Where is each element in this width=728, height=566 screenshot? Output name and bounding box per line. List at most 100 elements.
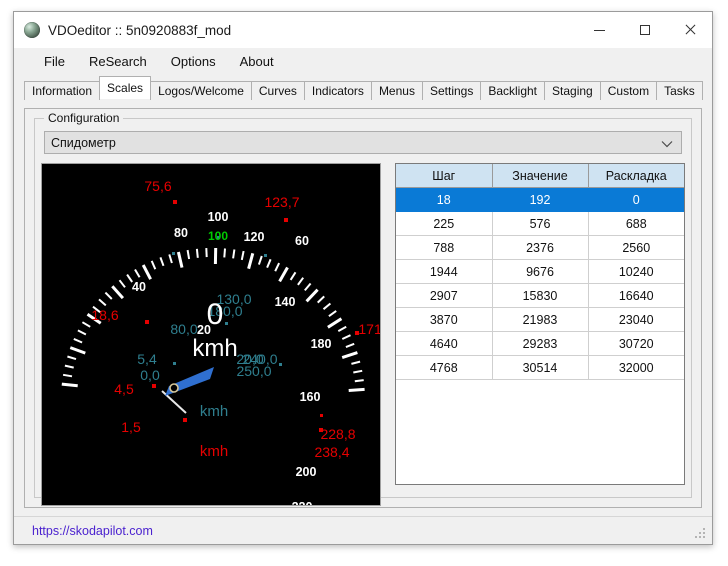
cell-step: 3870	[396, 307, 493, 332]
cell-value: 15830	[492, 283, 589, 308]
gauge-red-171: 171,	[358, 321, 380, 337]
gauge-label-160: 160	[300, 390, 321, 404]
tab-logos-welcome[interactable]: Logos/Welcome	[150, 81, 252, 100]
gauge-center-unit: kmh	[192, 335, 237, 362]
minimize-button[interactable]	[577, 12, 622, 48]
window-title: VDOeditor :: 5n0920883f_mod	[48, 22, 232, 38]
close-button[interactable]	[667, 12, 712, 48]
gauge-center-value: 0	[207, 298, 224, 331]
tab-indicators[interactable]: Indicators	[303, 81, 372, 100]
cell-layout: 16640	[588, 283, 684, 308]
window-controls	[577, 12, 712, 48]
maximize-icon	[639, 25, 650, 35]
cell-value: 192	[492, 187, 589, 212]
gauge-red-18-6: 18,6	[91, 307, 118, 323]
gauge-red-75-6: 75,6	[144, 178, 171, 194]
cell-value: 21983	[492, 307, 589, 332]
cell-step: 4640	[396, 331, 493, 356]
table-row[interactable]: 18 192 0	[396, 187, 684, 212]
menu-item-options[interactable]: Options	[159, 51, 228, 72]
gauge-label-200: 200	[296, 465, 317, 479]
scale-table: Шаг Значение Раскладка 18 192 0 225 576 …	[396, 164, 684, 380]
menu-item-about[interactable]: About	[228, 51, 286, 72]
cell-layout: 2560	[588, 235, 684, 260]
gauge-red-228-8: 228,8	[320, 426, 355, 442]
menu-item-research[interactable]: ReSearch	[77, 51, 159, 72]
gauge-label-80: 80	[174, 226, 188, 240]
gauge-red-238-4: 238,4	[314, 444, 349, 460]
gauge-teal-250-0: 250,0	[236, 363, 271, 379]
group-title-configuration: Configuration	[44, 111, 124, 125]
tab-settings[interactable]: Settings	[421, 81, 482, 100]
gauge-teal-0-0: 0,0	[140, 367, 160, 383]
chevron-down-icon	[661, 132, 673, 155]
cell-step: 18	[396, 187, 493, 212]
tab-tasks[interactable]: Tasks	[656, 81, 703, 100]
gauge-label-40: 40	[132, 280, 146, 294]
gauge-teal-5-4: 5,4	[137, 351, 157, 367]
gauge-label-140: 140	[275, 295, 296, 309]
tab-page-scales: Configuration Спидометр 20 40 60 80 100 …	[24, 108, 702, 508]
gauge-label-100: 100	[208, 210, 229, 224]
cell-value: 30514	[492, 355, 589, 380]
gauge-label-60: 60	[295, 234, 309, 248]
gauge-label-120: 120	[244, 230, 265, 244]
scale-table-container[interactable]: Шаг Значение Раскладка 18 192 0 225 576 …	[395, 163, 685, 485]
cell-step: 225	[396, 211, 493, 236]
gauge-green-value: 100	[208, 229, 228, 243]
menu-bar: File ReSearch Options About	[14, 49, 712, 74]
tab-backlight[interactable]: Backlight	[480, 81, 546, 100]
table-body: 18 192 0 225 576 688 788 2376 2560 1944 …	[396, 187, 684, 380]
status-bar: https://skodapilot.com	[14, 516, 712, 544]
tab-information[interactable]: Information	[24, 81, 101, 100]
tab-custom[interactable]: Custom	[599, 81, 658, 100]
cell-layout: 23040	[588, 307, 684, 332]
table-row[interactable]: 4768 30514 32000	[396, 355, 684, 380]
app-sphere-icon	[24, 22, 40, 38]
tab-staging[interactable]: Staging	[544, 81, 601, 100]
resize-grip-icon[interactable]	[695, 528, 707, 540]
configuration-select-value: Спидометр	[51, 135, 116, 150]
cell-layout: 32000	[588, 355, 684, 380]
tab-curves[interactable]: Curves	[250, 81, 305, 100]
cell-value: 29283	[492, 331, 589, 356]
gauge-label-180: 180	[311, 337, 332, 351]
speedometer-graphic: 20 40 60 80 100 120 140 160 180 200 220 …	[42, 164, 380, 505]
table-row[interactable]: 788 2376 2560	[396, 235, 684, 260]
close-icon	[684, 24, 696, 36]
gauge-label-220: 220	[292, 500, 313, 505]
gauge-red-unit: kmh	[200, 443, 228, 460]
cell-step: 2907	[396, 283, 493, 308]
configuration-select[interactable]: Спидометр	[44, 131, 682, 154]
cell-layout: 688	[588, 211, 684, 236]
column-header-layout[interactable]: Раскладка	[588, 164, 684, 188]
cell-layout: 30720	[588, 331, 684, 356]
cell-step: 788	[396, 235, 493, 260]
tab-scales[interactable]: Scales	[99, 76, 152, 99]
cell-value: 9676	[492, 259, 589, 284]
title-bar: VDOeditor :: 5n0920883f_mod	[14, 12, 712, 49]
tab-menus[interactable]: Menus	[370, 81, 423, 100]
cell-step: 1944	[396, 259, 493, 284]
table-row[interactable]: 225 576 688	[396, 211, 684, 236]
minimize-icon	[594, 29, 605, 31]
cell-value: 576	[492, 211, 589, 236]
column-header-value[interactable]: Значение	[492, 164, 589, 188]
configuration-group: Configuration Спидометр 20 40 60 80 100 …	[34, 111, 692, 506]
maximize-button[interactable]	[622, 12, 667, 48]
cell-value: 2376	[492, 235, 589, 260]
table-row[interactable]: 1944 9676 10240	[396, 259, 684, 284]
table-header-row: Шаг Значение Раскладка	[396, 164, 684, 188]
table-row[interactable]: 4640 29283 30720	[396, 331, 684, 356]
status-link[interactable]: https://skodapilot.com	[32, 524, 153, 538]
tab-strip: Information Scales Logos/Welcome Curves …	[24, 76, 712, 100]
menu-item-file[interactable]: File	[32, 51, 77, 72]
column-header-step[interactable]: Шаг	[396, 164, 493, 188]
table-row[interactable]: 3870 21983 23040	[396, 307, 684, 332]
cell-layout: 0	[588, 187, 684, 212]
table-row[interactable]: 2907 15830 16640	[396, 283, 684, 308]
gauge-red-123-7: 123,7	[264, 194, 299, 210]
gauge-red-4-5: 4,5	[114, 381, 134, 397]
cell-layout: 10240	[588, 259, 684, 284]
gauge-red-1-5: 1,5	[121, 419, 141, 435]
